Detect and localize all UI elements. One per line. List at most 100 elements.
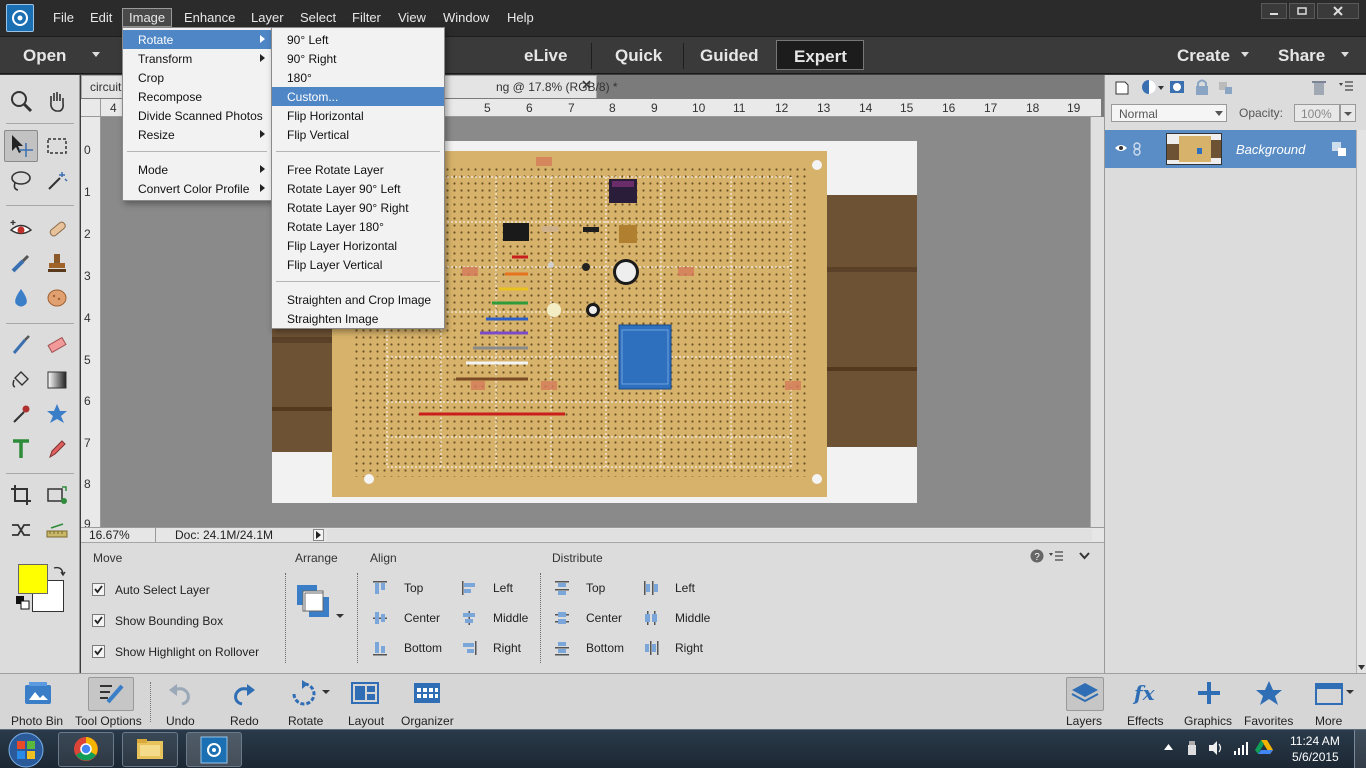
clock-date[interactable]: 5/6/2015 <box>1292 750 1339 764</box>
distribute-top-icon[interactable] <box>554 580 570 596</box>
show-hidden-icons-icon[interactable] <box>1164 744 1173 750</box>
delete-layer-icon[interactable] <box>1310 78 1328 96</box>
rotate-90-left[interactable]: 90° Left <box>272 30 444 49</box>
canvas-horizontal-scrollbar[interactable] <box>327 529 1092 541</box>
flip-layer-horizontal[interactable]: Flip Layer Horizontal <box>272 236 444 255</box>
flip-horizontal[interactable]: Flip Horizontal <box>272 106 444 125</box>
rectangular-marquee-icon[interactable] <box>40 130 74 162</box>
align-center-label[interactable]: Center <box>404 611 440 625</box>
clock-time[interactable]: 11:24 AM <box>1290 734 1340 748</box>
paint-bucket-icon[interactable] <box>4 364 38 396</box>
layers-scrollbar[interactable] <box>1356 130 1366 673</box>
rotate-layer-90-left[interactable]: Rotate Layer 90° Left <box>272 179 444 198</box>
align-top-label[interactable]: Top <box>404 581 423 595</box>
eraser-tool-icon[interactable] <box>40 329 74 361</box>
gradient-tool-icon[interactable] <box>40 364 74 396</box>
menu-view[interactable]: View <box>398 10 426 25</box>
layer-row-background[interactable]: Background <box>1105 130 1356 168</box>
organizer-button[interactable]: Organizer <box>398 674 458 730</box>
mode-quick[interactable]: Quick <box>615 46 662 66</box>
mode-guided[interactable]: Guided <box>700 46 759 66</box>
distribute-bottom-icon[interactable] <box>554 640 570 656</box>
help-icon[interactable]: ? <box>1030 549 1044 563</box>
default-colors-icon[interactable] <box>16 596 30 610</box>
close-window-button[interactable] <box>1317 3 1359 19</box>
menu-item-crop[interactable]: Crop <box>123 68 271 87</box>
hand-tool-icon[interactable] <box>40 85 74 117</box>
rotate-layer-90-right[interactable]: Rotate Layer 90° Right <box>272 198 444 217</box>
redo-button[interactable]: Redo <box>222 674 266 730</box>
create-dropdown-icon[interactable] <box>1241 52 1249 57</box>
auto-select-checkbox[interactable] <box>92 583 105 596</box>
foreground-color-swatch[interactable] <box>18 564 48 594</box>
taskbar-chrome-icon[interactable] <box>58 732 114 767</box>
arrange-dropdown-icon[interactable] <box>296 584 346 624</box>
align-top-icon[interactable] <box>372 580 388 596</box>
status-menu-arrow-icon[interactable] <box>313 529 324 541</box>
layers-panel-menu-icon[interactable] <box>1339 81 1353 93</box>
canvas-vertical-scrollbar[interactable] <box>1090 117 1104 527</box>
show-desktop-button[interactable] <box>1354 730 1366 768</box>
zoom-level[interactable]: 16.67% <box>89 528 130 542</box>
smart-brush-icon[interactable] <box>4 247 38 279</box>
mode-expert-tab[interactable]: Expert <box>776 40 864 70</box>
restore-button[interactable] <box>1289 3 1315 19</box>
distribute-bottom-label[interactable]: Bottom <box>586 641 624 655</box>
align-center-icon[interactable] <box>372 610 388 626</box>
rotate-layer-180[interactable]: Rotate Layer 180° <box>272 217 444 236</box>
collapse-panel-icon[interactable] <box>1079 552 1090 560</box>
swap-colors-icon[interactable] <box>52 564 66 578</box>
align-middle-icon[interactable] <box>461 610 477 626</box>
clone-stamp-icon[interactable] <box>40 247 74 279</box>
rotate-90-right[interactable]: 90° Right <box>272 49 444 68</box>
mode-elive[interactable]: eLive <box>524 46 567 66</box>
crop-tool-icon[interactable] <box>4 479 38 511</box>
align-left-label[interactable]: Left <box>493 581 513 595</box>
straighten-tool-icon[interactable] <box>40 514 74 546</box>
menu-select[interactable]: Select <box>300 10 336 25</box>
minimize-button[interactable] <box>1261 3 1287 19</box>
distribute-top-label[interactable]: Top <box>586 581 605 595</box>
layer-mask-icon[interactable] <box>1168 78 1186 96</box>
menu-file[interactable]: File <box>53 10 74 25</box>
taskbar-photoshop-elements-icon[interactable] <box>186 732 242 767</box>
rotate-custom[interactable]: Custom... <box>272 87 444 106</box>
visibility-eye-icon[interactable] <box>1114 143 1128 153</box>
rotate-button[interactable]: Rotate <box>282 674 334 730</box>
menu-enhance[interactable]: Enhance <box>184 10 235 25</box>
panel-menu-icon[interactable] <box>1049 551 1063 563</box>
lock-all-icon[interactable] <box>1193 78 1211 96</box>
opacity-slider-button[interactable] <box>1340 104 1356 122</box>
volume-icon[interactable] <box>1208 740 1224 756</box>
menu-edit[interactable]: Edit <box>90 10 112 25</box>
distribute-center-icon[interactable] <box>554 610 570 626</box>
straighten-and-crop[interactable]: Straighten and Crop Image <box>272 290 444 309</box>
align-right-label[interactable]: Right <box>493 641 521 655</box>
distribute-right-label[interactable]: Right <box>675 641 703 655</box>
align-bottom-icon[interactable] <box>372 640 388 656</box>
menu-layer[interactable]: Layer <box>251 10 284 25</box>
menu-filter[interactable]: Filter <box>352 10 381 25</box>
flip-layer-vertical[interactable]: Flip Layer Vertical <box>272 255 444 274</box>
spot-healing-icon[interactable] <box>40 213 74 245</box>
sponge-tool-icon[interactable] <box>40 282 74 314</box>
menu-item-divide-scanned[interactable]: Divide Scanned Photos <box>123 106 271 125</box>
content-aware-move-icon[interactable] <box>4 514 38 546</box>
share-button[interactable]: Share <box>1278 46 1325 66</box>
lock-transparent-icon[interactable] <box>1217 78 1235 96</box>
menu-item-mode[interactable]: Mode <box>123 160 271 179</box>
new-layer-icon[interactable] <box>1113 78 1131 96</box>
menu-item-resize[interactable]: Resize <box>123 125 271 144</box>
align-bottom-label[interactable]: Bottom <box>404 641 442 655</box>
highlight-rollover-checkbox[interactable] <box>92 645 105 658</box>
layer-link-icon[interactable] <box>1132 142 1142 156</box>
close-tab-icon[interactable] <box>582 80 591 89</box>
move-tool-icon[interactable] <box>4 130 38 162</box>
align-right-icon[interactable] <box>461 640 477 656</box>
brush-tool-icon[interactable] <box>4 329 38 361</box>
pencil-tool-icon[interactable] <box>40 433 74 465</box>
open-dropdown-icon[interactable] <box>92 52 100 57</box>
align-left-icon[interactable] <box>461 580 477 596</box>
more-button[interactable]: More <box>1308 674 1360 730</box>
quick-selection-icon[interactable] <box>40 165 74 197</box>
